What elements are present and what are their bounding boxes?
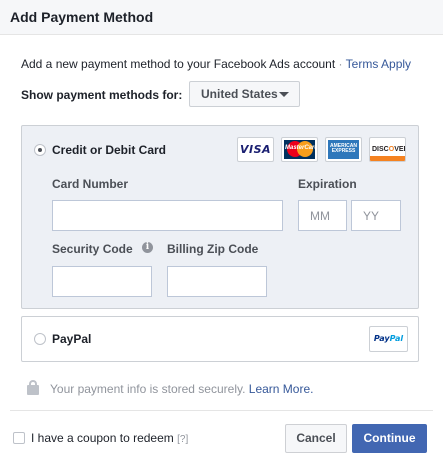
dropdown-caret-icon — [279, 92, 289, 97]
country-dropdown[interactable]: United States — [189, 81, 300, 107]
expiration-label: Expiration — [298, 177, 357, 191]
billing-zip-input[interactable] — [167, 266, 267, 297]
secure-text: Your payment info is stored securely. — [50, 382, 246, 396]
coupon-checkbox[interactable] — [13, 432, 25, 444]
footer-divider — [10, 410, 433, 411]
intro-text: Add a new payment method to your Faceboo… — [21, 57, 336, 71]
mastercard-logo: MasterCard — [281, 137, 318, 162]
country-dropdown-value: United States — [201, 87, 278, 101]
expiration-month-input[interactable] — [298, 200, 347, 231]
paypal-logo-part2: Pal — [389, 334, 404, 343]
continue-button[interactable]: Continue — [352, 424, 427, 453]
card-number-input[interactable] — [52, 200, 283, 231]
visa-logo: VISA — [237, 137, 274, 162]
coupon-help-link[interactable]: [?] — [177, 434, 188, 445]
lock-icon — [27, 385, 39, 395]
credit-card-option-label: Credit or Debit Card — [52, 143, 167, 157]
paypal-logo: PayPal — [369, 326, 408, 352]
coupon-label: I have a coupon to redeem — [31, 431, 174, 445]
credit-card-radio[interactable] — [34, 144, 46, 156]
cancel-button[interactable]: Cancel — [285, 424, 347, 453]
learn-more-link[interactable]: Learn More. — [249, 382, 314, 396]
coupon-row: I have a coupon to redeem [?] — [31, 431, 188, 445]
billing-zip-label: Billing Zip Code — [167, 242, 259, 256]
secure-text-line: Your payment info is stored securely. Le… — [50, 382, 313, 396]
paypal-radio[interactable] — [34, 333, 46, 345]
expiration-year-input[interactable] — [351, 200, 401, 231]
paypal-option-label: PayPal — [52, 332, 92, 346]
visa-logo-text: VISA — [239, 143, 272, 156]
info-icon[interactable]: i — [142, 242, 153, 253]
credit-card-panel: Credit or Debit Card VISA MasterCard AME… — [21, 125, 419, 309]
intro-separator: · — [338, 57, 343, 71]
intro-line: Add a new payment method to your Faceboo… — [21, 57, 411, 71]
amex-logo: AMERICAN EXPRESS — [325, 137, 362, 162]
security-code-input[interactable] — [52, 266, 152, 297]
terms-link[interactable]: Terms Apply — [346, 57, 411, 71]
dialog-title: Add Payment Method — [10, 9, 154, 25]
country-selector-label: Show payment methods for: — [21, 88, 183, 102]
paypal-panel[interactable]: PayPal PayPal — [21, 316, 419, 362]
paypal-logo-part1: Pay — [373, 334, 390, 343]
security-code-label: Security Code — [52, 242, 133, 256]
card-number-label: Card Number — [52, 177, 129, 191]
discover-logo: DISCOVER — [369, 137, 406, 162]
dialog-header: Add Payment Method — [0, 0, 443, 35]
